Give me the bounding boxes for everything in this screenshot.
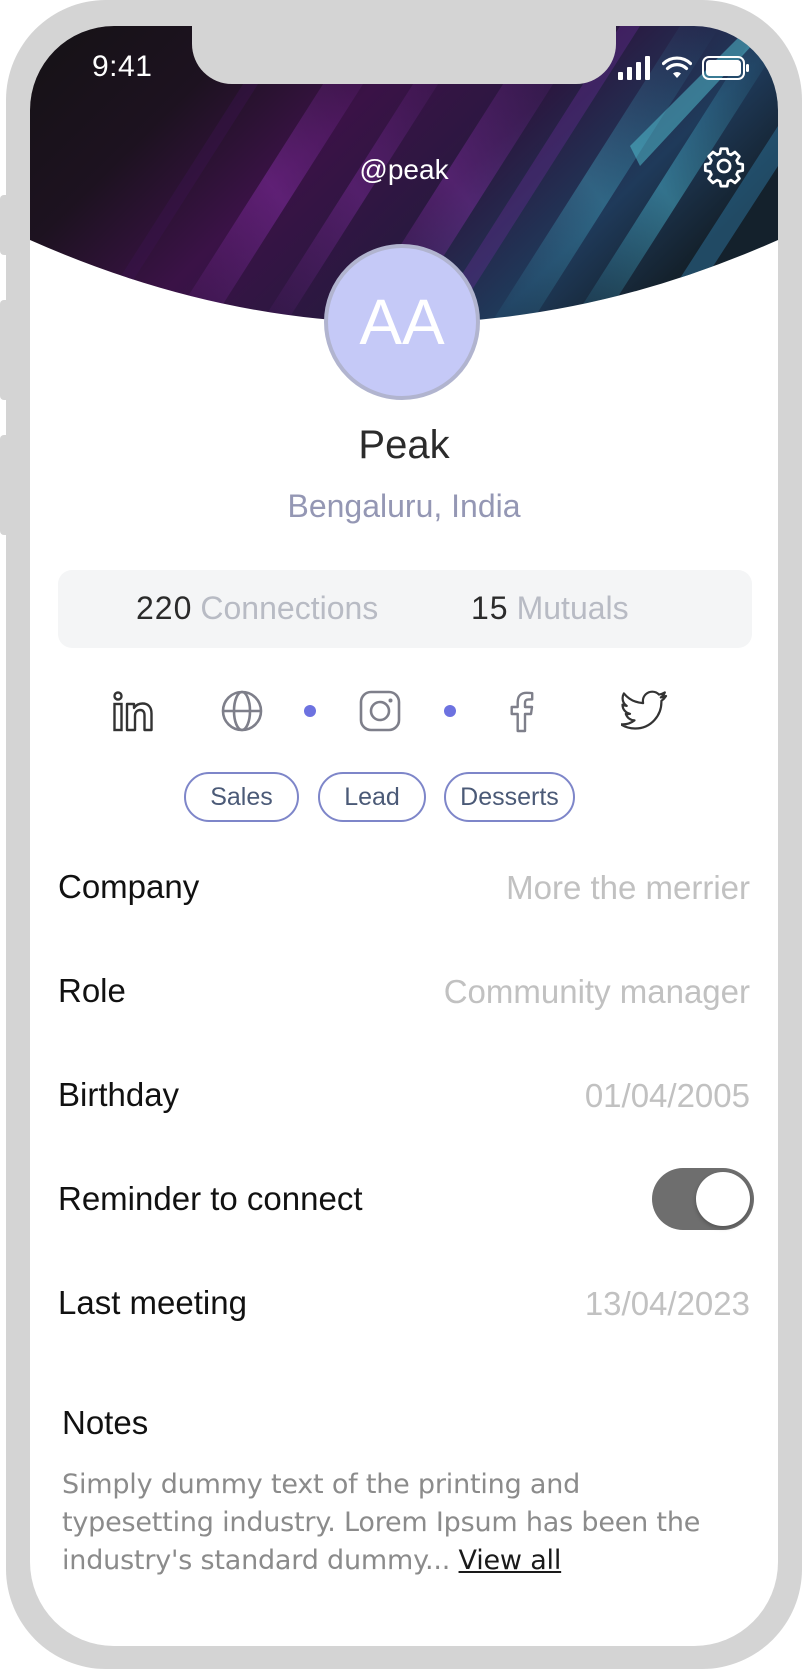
facebook-icon xyxy=(510,691,534,733)
wifi-icon xyxy=(662,56,692,78)
connections-count: 220 xyxy=(136,590,193,626)
settings-button[interactable] xyxy=(702,144,746,188)
tag-chip[interactable]: Lead xyxy=(318,772,426,822)
instagram-icon xyxy=(359,690,401,732)
last-meeting-label: Last meeting xyxy=(58,1284,247,1321)
connections-stat[interactable]: 220 Connections xyxy=(136,590,378,627)
stats-bar: 220 Connections 15 Mutuals xyxy=(58,570,752,648)
notes-title: Notes xyxy=(62,1404,149,1441)
profile-location: Bengaluru, India xyxy=(287,488,521,524)
mutuals-count: 15 xyxy=(471,590,509,626)
view-all-link[interactable]: View all xyxy=(459,1545,562,1576)
mutuals-stat[interactable]: 15 Mutuals xyxy=(471,590,629,627)
profile-name: Peak xyxy=(358,423,450,467)
birthday-value: 01/04/2005 xyxy=(584,1077,750,1114)
notes-text: Simply dummy text of the printing and ty… xyxy=(62,1466,712,1580)
last-meeting-row[interactable]: Last meeting 13/04/2023 xyxy=(58,1272,750,1332)
status-icons xyxy=(618,56,750,80)
gear-icon xyxy=(703,147,745,188)
volume-down-button xyxy=(0,435,10,535)
screen: 9:41 @peak AA Peak Bengaluru, India 220 … xyxy=(30,26,778,1646)
connections-label: Connections xyxy=(200,590,379,626)
twitter-icon xyxy=(621,690,668,730)
company-value: More the merrier xyxy=(506,869,750,906)
profile-handle: @peak xyxy=(359,154,449,185)
toggle-knob xyxy=(696,1172,750,1226)
instagram-link[interactable] xyxy=(355,686,405,736)
reminder-row: Reminder to connect xyxy=(58,1168,754,1230)
website-link[interactable] xyxy=(217,686,267,736)
tag-list: Sales Lead Desserts xyxy=(30,772,778,824)
company-label: Company xyxy=(58,868,200,905)
avatar[interactable]: AA xyxy=(324,244,480,400)
role-row[interactable]: Role Community manager xyxy=(58,960,750,1020)
volume-up-button xyxy=(0,300,10,400)
last-meeting-value: 13/04/2023 xyxy=(584,1285,750,1322)
birthday-label: Birthday xyxy=(58,1076,180,1113)
mutuals-label: Mutuals xyxy=(516,590,629,626)
battery-icon xyxy=(702,56,749,80)
role-value: Community manager xyxy=(443,973,750,1010)
linkedin-link[interactable] xyxy=(108,686,158,736)
reminder-toggle[interactable] xyxy=(652,1168,754,1230)
mute-switch xyxy=(0,195,10,255)
company-row[interactable]: Company More the merrier xyxy=(58,856,750,916)
device-notch xyxy=(192,26,616,84)
tag-chip[interactable]: Sales xyxy=(184,772,299,822)
signal-icon xyxy=(618,56,650,80)
reminder-label: Reminder to connect xyxy=(58,1180,363,1217)
linkedin-icon xyxy=(113,691,153,732)
separator-dot xyxy=(304,705,316,717)
avatar-initials: AA xyxy=(359,286,445,358)
birthday-row[interactable]: Birthday 01/04/2005 xyxy=(58,1064,750,1124)
globe-icon xyxy=(221,690,263,732)
notes-body: Simply dummy text of the printing and ty… xyxy=(62,1469,701,1576)
twitter-link[interactable] xyxy=(620,686,670,736)
social-links xyxy=(30,686,778,746)
separator-dot xyxy=(444,705,456,717)
tag-chip[interactable]: Desserts xyxy=(444,772,575,822)
role-label: Role xyxy=(58,972,126,1009)
status-time: 9:41 xyxy=(92,50,153,83)
facebook-link[interactable] xyxy=(496,686,546,736)
